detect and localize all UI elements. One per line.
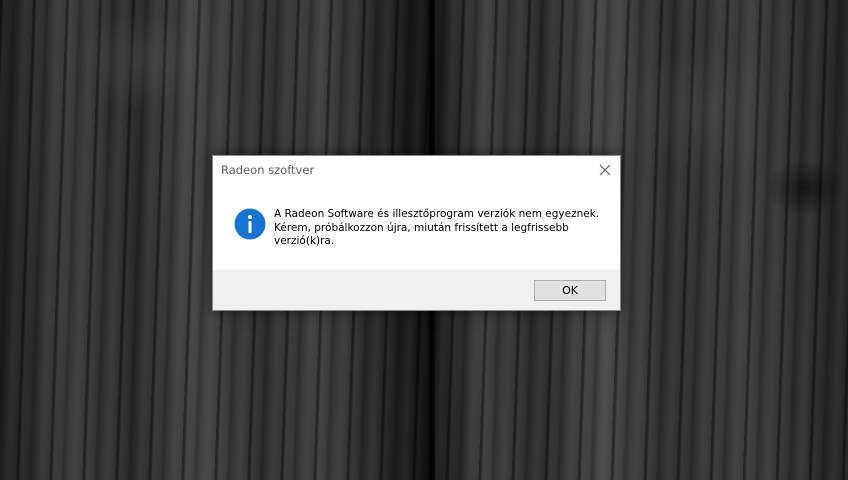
- dialog-titlebar[interactable]: Radeon szoftver: [213, 156, 620, 185]
- dialog-message: A Radeon Software és illesztőprogram ver…: [274, 208, 600, 247]
- message-dialog: Radeon szoftver A Radeon Software és ill…: [212, 155, 621, 311]
- close-button[interactable]: [590, 156, 620, 185]
- dialog-title: Radeon szoftver: [221, 163, 315, 177]
- ok-button[interactable]: OK: [534, 280, 606, 301]
- info-icon: [234, 208, 266, 240]
- close-icon: [599, 164, 611, 176]
- desktop-wallpaper: Radeon szoftver A Radeon Software és ill…: [0, 0, 848, 480]
- dialog-button-bar: OK: [213, 270, 620, 310]
- dialog-content: A Radeon Software és illesztőprogram ver…: [213, 185, 620, 271]
